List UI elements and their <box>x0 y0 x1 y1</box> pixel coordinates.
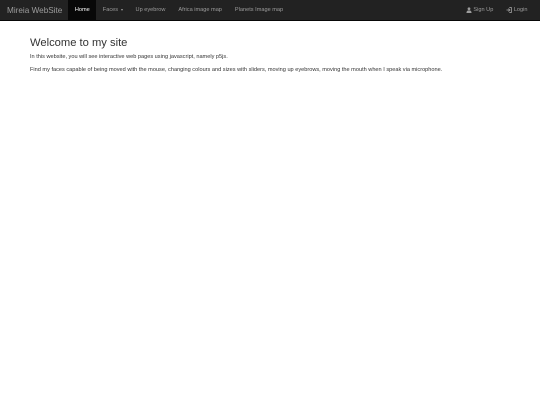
navbar-nav: Home Faces Up eyebrow Africa image map P… <box>68 0 289 20</box>
navbar-right: Sign Up Login <box>459 0 540 20</box>
nav-up-eyebrow-link[interactable]: Up eyebrow <box>129 0 172 20</box>
sign-up-link[interactable]: Sign Up <box>459 0 499 20</box>
nav-planets-image-map-link[interactable]: Planets Image map <box>228 0 289 20</box>
caret-down-icon <box>120 9 123 11</box>
login-link[interactable]: Login <box>500 0 534 20</box>
nav-africa-image-map-link[interactable]: Africa image map <box>172 0 229 20</box>
nav-faces-label: Faces <box>102 7 119 13</box>
user-icon <box>466 7 472 13</box>
page-title: Welcome to my site <box>30 37 128 49</box>
nav-faces-dropdown[interactable]: Faces <box>96 0 129 20</box>
main-content: Welcome to my site In this website, you … <box>30 37 520 80</box>
top-navbar: Mireia WebSite Home Faces Up eyebrow Afr… <box>0 0 540 21</box>
nav-home-label: Home <box>74 7 90 13</box>
nav-up-eyebrow-label: Up eyebrow <box>135 7 166 13</box>
intro-paragraph: In this website, you will see interactiv… <box>30 54 228 61</box>
faces-paragraph: Find my faces capable of being moved wit… <box>30 67 443 74</box>
nav-planets-image-map-label: Planets Image map <box>234 7 284 13</box>
navbar-brand[interactable]: Mireia WebSite <box>0 0 68 20</box>
sign-up-label: Sign Up <box>473 7 494 13</box>
nav-africa-image-map-label: Africa image map <box>178 7 222 13</box>
login-label: Login <box>513 7 528 13</box>
nav-home-link[interactable]: Home <box>68 0 97 20</box>
login-icon <box>506 7 513 13</box>
